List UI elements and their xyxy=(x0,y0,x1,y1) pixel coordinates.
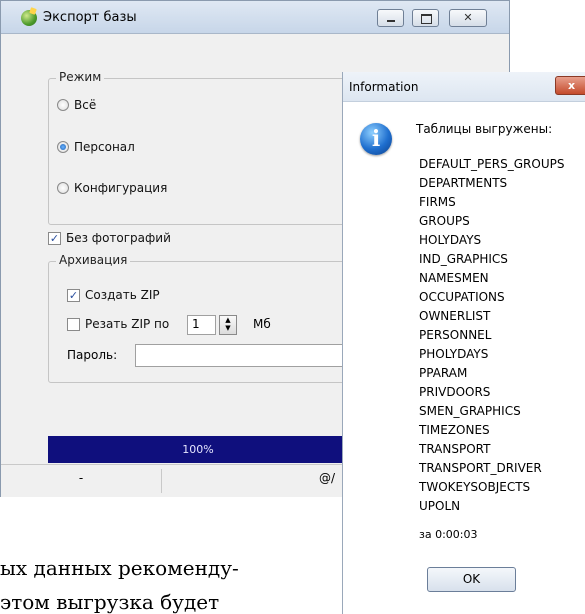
exported-table-item: TRANSPORT xyxy=(419,442,491,456)
radio-configuration[interactable] xyxy=(57,182,69,194)
status-cell-2: @/ xyxy=(319,471,336,485)
mode-option-label: Конфигурация xyxy=(74,181,168,195)
document-text-line-2: этом выгрузка будет xyxy=(0,590,220,614)
password-label: Пароль: xyxy=(67,348,118,362)
exported-table-item: DEFAULT_PERS_GROUPS xyxy=(419,157,565,171)
no-photos-checkbox[interactable]: ✓ xyxy=(48,231,61,245)
status-cell-1: - xyxy=(78,471,84,485)
mode-option-label: Всё xyxy=(74,98,97,112)
exported-table-item: NAMESMEN xyxy=(419,271,489,285)
split-zip-label: Резать ZIP по xyxy=(85,317,170,331)
exported-table-item: DEPARTMENTS xyxy=(419,176,508,190)
exported-table-item: IND_GRAPHICS xyxy=(419,252,508,266)
ok-button[interactable]: OK xyxy=(427,567,516,592)
split-size-input[interactable]: 1 xyxy=(187,315,216,335)
exported-tables-list: DEFAULT_PERS_GROUPS DEPARTMENTS FIRMS GROUP… xyxy=(419,155,564,516)
exported-table-item: PRIVDOORS xyxy=(419,385,491,399)
close-icon: ✕ xyxy=(463,11,473,24)
maximize-button[interactable] xyxy=(412,9,439,27)
export-duration: за 0:00:03 xyxy=(419,528,478,541)
window-titlebar[interactable]: Экспорт базы ✕ xyxy=(1,1,509,34)
exported-table-item: TWOKEYSOBJECTS xyxy=(419,480,531,494)
app-icon xyxy=(21,10,37,26)
no-photos-checkbox-row[interactable]: ✓ Без фотографий xyxy=(48,231,171,245)
split-size-stepper[interactable]: ▲ ▼ xyxy=(219,315,237,335)
document-text-line-1: ых данных рекоменду- xyxy=(0,556,239,580)
window-title: Экспорт базы xyxy=(43,10,137,25)
information-dialog: Information x i Таблицы выгружены: DEFAU… xyxy=(342,72,585,614)
mode-option-label: Персонал xyxy=(74,140,135,154)
radio-personnel[interactable] xyxy=(57,141,69,153)
mode-option-personnel[interactable]: Персонал xyxy=(57,140,135,154)
export-progress-bar: 100% xyxy=(48,436,348,463)
create-zip-row[interactable]: ✓ Создать ZIP xyxy=(67,288,160,302)
dialog-titlebar[interactable]: Information x xyxy=(343,72,585,102)
dialog-heading: Таблицы выгружены: xyxy=(416,122,553,136)
exported-table-item: PERSONNEL xyxy=(419,328,492,342)
close-button[interactable]: ✕ xyxy=(449,9,487,27)
minimize-icon xyxy=(378,10,403,26)
split-size-unit: Мб xyxy=(253,317,271,331)
exported-table-item: FIRMS xyxy=(419,195,456,209)
split-zip-checkbox[interactable] xyxy=(67,317,80,331)
split-zip-row[interactable]: Резать ZIP по xyxy=(67,317,169,331)
exported-table-item: PPARAM xyxy=(419,366,468,380)
minimize-button[interactable] xyxy=(377,9,404,27)
info-icon: i xyxy=(360,123,392,155)
no-photos-label: Без фотографий xyxy=(66,231,171,245)
exported-table-item: SMEN_GRAPHICS xyxy=(419,404,521,418)
exported-table-item: OCCUPATIONS xyxy=(419,290,505,304)
status-separator xyxy=(161,469,162,493)
progress-label: 100% xyxy=(182,443,214,456)
exported-table-item: UPOLN xyxy=(419,499,461,513)
create-zip-label: Создать ZIP xyxy=(85,288,160,302)
exported-table-item: TRANSPORT_DRIVER xyxy=(419,461,542,475)
exported-table-item: TIMEZONES xyxy=(419,423,490,437)
archive-group-label: Архивация xyxy=(56,253,131,267)
radio-all[interactable] xyxy=(57,99,69,111)
create-zip-checkbox[interactable]: ✓ xyxy=(67,288,80,302)
mode-group-label: Режим xyxy=(56,70,105,84)
dialog-title: Information xyxy=(349,80,419,94)
exported-table-item: OWNERLIST xyxy=(419,309,491,323)
dialog-close-button[interactable]: x xyxy=(555,76,585,95)
mode-option-configuration[interactable]: Конфигурация xyxy=(57,181,167,195)
password-field[interactable] xyxy=(135,344,347,367)
mode-option-all[interactable]: Всё xyxy=(57,98,96,112)
exported-table-item: PHOLYDAYS xyxy=(419,347,489,361)
exported-table-item: GROUPS xyxy=(419,214,470,228)
maximize-icon xyxy=(413,10,438,26)
exported-table-item: HOLYDAYS xyxy=(419,233,482,247)
